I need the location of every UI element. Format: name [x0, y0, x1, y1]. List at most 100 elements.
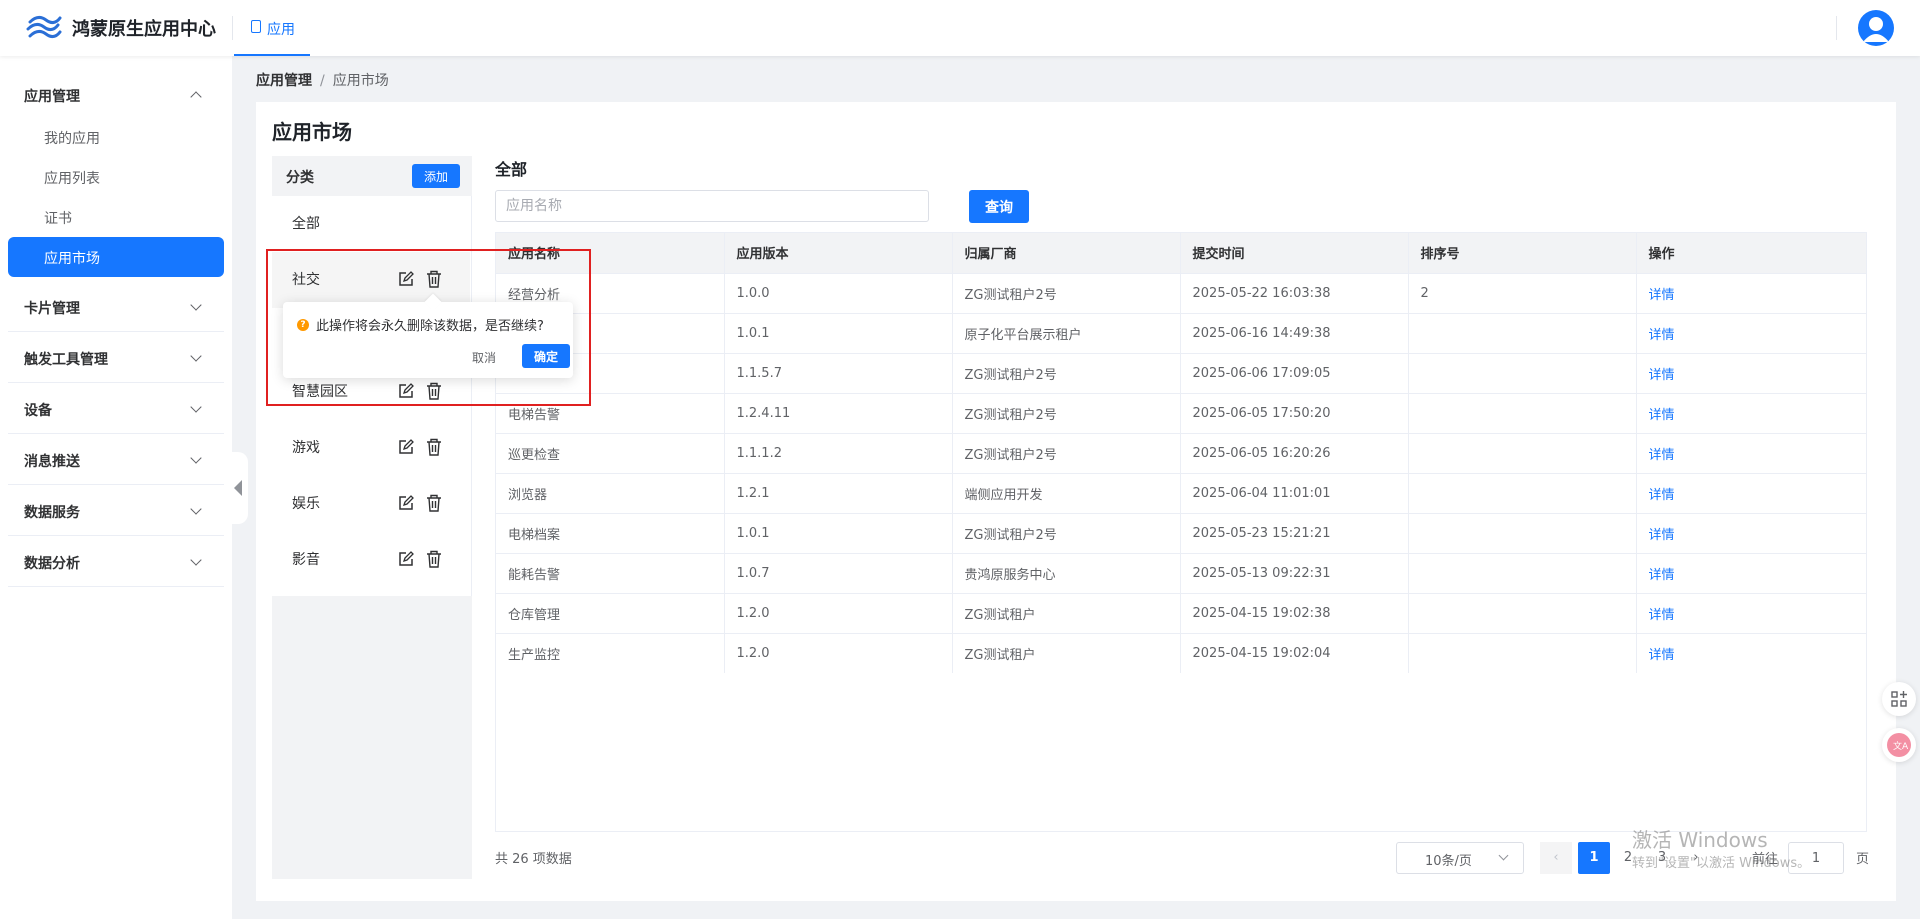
delete-confirm-popover: ? 此操作将会永久删除该数据，是否继续? 取消 确定: [283, 293, 573, 378]
table-row: 巡更检查 1.1.1.2 ZG测试租户2号 2025-06-05 16:20:26 详情: [496, 432, 1867, 473]
cell-sort-no: [1408, 392, 1637, 433]
app-title: 鸿蒙原生应用中心: [72, 19, 216, 40]
breadcrumb-item[interactable]: 应用管理: [256, 73, 312, 89]
chevron-down-icon: [190, 554, 202, 566]
sidebar-group-trigger-tools[interactable]: 触发工具管理: [8, 333, 224, 383]
details-link[interactable]: 详情: [1649, 528, 1675, 543]
cell-sort-no: [1408, 632, 1637, 673]
sidebar-group-data-analysis[interactable]: 数据分析: [8, 537, 224, 587]
cell-app-name: 能耗告警: [496, 552, 725, 593]
sidebar-item-label: 应用列表: [44, 171, 100, 187]
cell-vendor: ZG测试租户2号: [952, 352, 1181, 393]
add-category-button[interactable]: 添加: [412, 164, 460, 188]
details-link[interactable]: 详情: [1649, 568, 1675, 583]
delete-icon[interactable]: [426, 550, 442, 568]
tab-apps[interactable]: 应用: [234, 0, 310, 56]
cell-sort-no: [1408, 352, 1637, 393]
svg-text:文A: 文A: [1893, 740, 1909, 752]
category-item-games[interactable]: 游戏: [272, 420, 470, 476]
apps-grid-icon: [1891, 691, 1907, 707]
confirm-button[interactable]: 确定: [522, 344, 570, 368]
details-link[interactable]: 详情: [1649, 608, 1675, 623]
sidebar-item-label: 我的应用: [44, 131, 100, 147]
category-label: 社交: [292, 272, 320, 288]
cell-submit-time: 2025-06-06 17:09:05: [1180, 352, 1409, 393]
edit-icon[interactable]: [398, 383, 414, 399]
cell-actions: 详情: [1636, 472, 1867, 513]
cell-vendor: ZG测试租户2号: [952, 392, 1181, 433]
cancel-button[interactable]: 取消: [464, 346, 504, 368]
category-item-social[interactable]: 社交: [272, 252, 470, 308]
sidebar-group-data-service[interactable]: 数据服务: [8, 486, 224, 536]
cell-actions: 详情: [1636, 352, 1867, 393]
cell-version: 1.2.0: [724, 592, 953, 633]
avatar[interactable]: [1858, 10, 1894, 46]
cell-sort-no: [1408, 432, 1637, 473]
sidebar-item-label: 应用市场: [44, 251, 100, 267]
sidebar-group-label: 应用管理: [24, 89, 80, 105]
app-name-search-input[interactable]: [495, 190, 929, 222]
cell-actions: 详情: [1636, 512, 1867, 553]
page-size-select[interactable]: 10条/页: [1396, 842, 1524, 874]
cell-app-name: 仓库管理: [496, 592, 725, 633]
edit-icon[interactable]: [398, 551, 414, 567]
details-link[interactable]: 详情: [1649, 368, 1675, 383]
category-item-media[interactable]: 影音: [272, 532, 470, 588]
chevron-down-icon: [190, 299, 202, 311]
sidebar-group-devices[interactable]: 设备: [8, 384, 224, 434]
cell-submit-time: 2025-06-16 14:49:38: [1180, 312, 1409, 353]
prev-page-button[interactable]: ‹: [1540, 842, 1572, 874]
translate-tool-button[interactable]: 文A: [1882, 728, 1916, 762]
cell-submit-time: 2025-06-05 17:50:20: [1180, 392, 1409, 433]
cell-version: 1.1.5.7: [724, 352, 953, 393]
apps-tool-button[interactable]: [1882, 682, 1916, 716]
delete-icon[interactable]: [426, 270, 442, 288]
cell-submit-time: 2025-05-22 16:03:38: [1180, 272, 1409, 313]
delete-icon[interactable]: [426, 494, 442, 512]
sidebar-group-card-management[interactable]: 卡片管理: [8, 282, 224, 332]
category-item-all[interactable]: 全部: [272, 196, 470, 252]
column-header: 应用名称: [496, 233, 725, 273]
cell-sort-no: [1408, 472, 1637, 513]
cell-submit-time: 2025-04-15 19:02:38: [1180, 592, 1409, 633]
delete-icon[interactable]: [426, 382, 442, 400]
phone-icon: [251, 20, 261, 33]
details-link[interactable]: 详情: [1649, 408, 1675, 423]
edit-icon[interactable]: [398, 271, 414, 287]
cell-vendor: 贵鸿原服务中心: [952, 552, 1181, 593]
page-size-value: 10条/页: [1425, 854, 1472, 869]
category-header: 分类 添加: [272, 156, 472, 196]
details-link[interactable]: 详情: [1649, 328, 1675, 343]
category-item-entertainment[interactable]: 娱乐: [272, 476, 470, 532]
cell-app-name: 生产监控: [496, 632, 725, 673]
sidebar-group-app-management[interactable]: 应用管理: [8, 70, 224, 120]
sidebar-group-push[interactable]: 消息推送: [8, 435, 224, 485]
details-link[interactable]: 详情: [1649, 488, 1675, 503]
query-button[interactable]: 查询: [969, 190, 1029, 223]
sidebar-item-label: 证书: [44, 211, 72, 227]
chevron-down-icon: [190, 350, 202, 362]
edit-icon[interactable]: [398, 439, 414, 455]
sidebar-item-app-market[interactable]: 应用市场: [8, 237, 224, 277]
sidebar-collapse-button[interactable]: [226, 452, 248, 524]
delete-icon[interactable]: [426, 438, 442, 456]
sidebar-item-app-list[interactable]: 应用列表: [8, 157, 224, 197]
page-button-1[interactable]: 1: [1578, 842, 1610, 874]
windows-watermark-title: 激活 Windows: [1632, 828, 1768, 852]
sidebar-item-certificates[interactable]: 证书: [8, 197, 224, 237]
details-link[interactable]: 详情: [1649, 448, 1675, 463]
table-row: 能耗告警 1.0.7 贵鸿原服务中心 2025-05-13 09:22:31 详情: [496, 552, 1867, 593]
cell-app-name: 电梯档案: [496, 512, 725, 553]
cell-vendor: ZG测试租户: [952, 592, 1181, 633]
category-label: 智慧园区: [292, 384, 348, 400]
sidebar: 应用管理 我的应用 应用列表 证书 应用市场 卡片管理 触发工具管理 设备 消息…: [0, 56, 232, 919]
details-link[interactable]: 详情: [1649, 288, 1675, 303]
sidebar-group-label: 触发工具管理: [24, 352, 108, 368]
edit-icon[interactable]: [398, 495, 414, 511]
chevron-down-icon: [190, 401, 202, 413]
sidebar-item-my-apps[interactable]: 我的应用: [8, 117, 224, 157]
details-link[interactable]: 详情: [1649, 648, 1675, 663]
table-row: 1.0.1 原子化平台展示租户 2025-06-16 14:49:38 详情: [496, 312, 1867, 353]
cell-actions: 详情: [1636, 392, 1867, 433]
cell-app-name: 巡更检查: [496, 432, 725, 473]
